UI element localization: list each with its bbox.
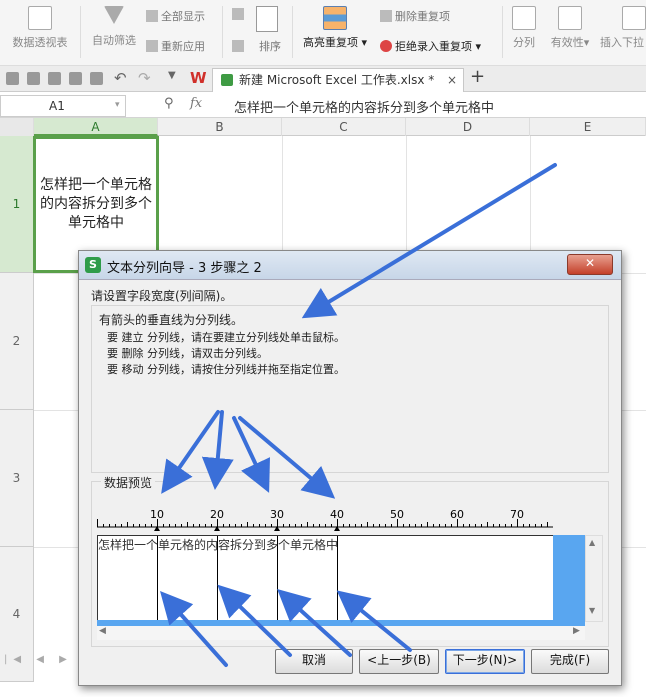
sort-desc-icon: [232, 40, 244, 52]
undo-icon[interactable]: ↶: [114, 69, 127, 87]
chevron-down-icon: ▾: [357, 36, 368, 49]
print-preview-icon[interactable]: [90, 72, 103, 85]
sort-icon: [256, 6, 278, 32]
close-tab-icon[interactable]: ×: [447, 69, 457, 91]
wps-logo-icon[interactable]: W: [190, 69, 207, 87]
help-title: 有箭头的垂直线为分列线。: [99, 313, 244, 327]
ruler-label: 40: [330, 509, 344, 521]
sort-desc-button[interactable]: 排序: [232, 38, 281, 54]
formula-input[interactable]: 怎样把一个单元格的内容拆分到多个单元格中: [234, 97, 494, 116]
filter-icon: [104, 6, 124, 24]
scroll-left-icon[interactable]: ◀: [99, 626, 106, 636]
chevron-down-icon: ▾: [472, 40, 482, 53]
sort-button[interactable]: [256, 6, 278, 36]
data-preview[interactable]: 怎样把一个 单元格的内 容拆分到多 个单元格中: [97, 535, 555, 622]
chevron-down-icon: ▾: [583, 36, 590, 49]
tab-file[interactable]: 新建 Microsoft Excel 工作表.xlsx * ×: [212, 68, 464, 93]
delete-dup-icon: [380, 10, 392, 22]
ruler-label: 60: [450, 509, 464, 521]
column-header-b[interactable]: B: [158, 118, 282, 136]
preview-label: 数据预览: [101, 474, 156, 491]
search-icon[interactable]: ⚲: [164, 96, 174, 111]
dialog-title: 文本分列向导 - 3 步骤之 2: [107, 261, 262, 276]
fx-button[interactable]: fx: [190, 96, 202, 111]
wps-spreadsheet-icon: S: [85, 257, 101, 273]
reject-dup-icon: [380, 40, 392, 52]
document-tab-bar: ↶ ↷ ▼ W 新建 Microsoft Excel 工作表.xlsx * × …: [0, 66, 646, 93]
scroll-down-icon[interactable]: ▼: [589, 606, 595, 615]
dialog-titlebar[interactable]: S 文本分列向导 - 3 步骤之 2 ✕: [79, 251, 621, 280]
scroll-up-icon[interactable]: ▲: [589, 538, 595, 547]
preview-column[interactable]: 个单元格中: [278, 536, 338, 620]
preview-column[interactable]: 怎样把一个: [98, 536, 158, 620]
help-line-3: 要 移动 分列线，请按住分列线并拖至指定位置。: [107, 363, 345, 376]
column-header-row: A B C D E: [0, 118, 646, 136]
insert-dropdown-icon: [622, 6, 646, 30]
ruler-label: 70: [510, 509, 524, 521]
dialog-close-button[interactable]: ✕: [567, 254, 613, 275]
ruler-label: 50: [390, 509, 404, 521]
autofilter-button[interactable]: 自动筛选: [88, 6, 140, 48]
ruler-label: 10: [150, 509, 164, 521]
scroll-right-icon[interactable]: ▶: [573, 626, 580, 636]
prev-step-button[interactable]: <上一步(B): [359, 649, 439, 674]
preview-column[interactable]: 容拆分到多: [218, 536, 278, 620]
sort-asc-icon: [232, 8, 244, 20]
open-folder-icon[interactable]: [6, 72, 19, 85]
row-header-3[interactable]: 3: [0, 410, 34, 547]
column-header-a[interactable]: A: [34, 118, 158, 136]
highlight-grid-icon: [323, 6, 347, 30]
column-ruler[interactable]: 10 20 30 40 50 60 70: [97, 509, 553, 531]
highlight-duplicates-button[interactable]: 高亮重复项 ▾: [298, 6, 372, 50]
finish-button[interactable]: 完成(F): [531, 649, 609, 674]
validity-button[interactable]: 有效性▾: [546, 6, 594, 50]
preview-vertical-scrollbar[interactable]: ▲ ▼: [585, 535, 603, 622]
split-column-button[interactable]: 分列: [508, 6, 540, 50]
insert-dropdown-button[interactable]: 插入下拉: [600, 6, 646, 50]
cancel-button[interactable]: 取消: [275, 649, 353, 674]
chevron-down-icon: ▾: [115, 100, 120, 110]
instruction-text: 请设置字段宽度(列间隔)。: [91, 289, 233, 303]
pivot-table-icon: [28, 6, 52, 30]
next-step-button[interactable]: 下一步(N)>: [445, 649, 525, 674]
redo-icon[interactable]: ↷: [138, 69, 151, 87]
column-header-d[interactable]: D: [406, 118, 530, 136]
ruler-label: 20: [210, 509, 224, 521]
text-to-columns-dialog: S 文本分列向导 - 3 步骤之 2 ✕ 请设置字段宽度(列间隔)。 有箭头的垂…: [78, 250, 622, 686]
sort-asc-button[interactable]: [232, 8, 247, 21]
spreadsheet-icon: [221, 74, 233, 86]
print-icon[interactable]: [69, 72, 82, 85]
column-header-c[interactable]: C: [282, 118, 406, 136]
row-header-2[interactable]: 2: [0, 273, 34, 410]
ribbon-toolbar: 数据透视表 自动筛选 全部显示 重新应用 排序 高亮重复项 ▾ 删除重复项 拒绝…: [0, 0, 646, 66]
column-header-e[interactable]: E: [530, 118, 646, 136]
quick-access-dropdown-icon[interactable]: ▼: [168, 70, 176, 81]
reject-duplicates-button[interactable]: 拒绝录入重复项 ▾: [380, 38, 481, 54]
select-all-corner[interactable]: [0, 118, 34, 136]
split-column-icon: [512, 6, 536, 30]
funnel-refresh-icon: [146, 40, 158, 52]
preview-highlight: [553, 535, 585, 620]
pivot-table-button[interactable]: 数据透视表: [8, 6, 72, 50]
save-icon[interactable]: [27, 72, 40, 85]
validity-icon: [558, 6, 582, 30]
new-tab-button[interactable]: +: [470, 66, 485, 87]
export-pdf-icon[interactable]: [48, 72, 61, 85]
help-line-2: 要 删除 分列线，请双击分列线。: [107, 347, 268, 360]
ruler-label: 30: [270, 509, 284, 521]
help-line-1: 要 建立 分列线，请在要建立分列线处单击鼠标。: [107, 331, 345, 344]
funnel-icon: [146, 10, 158, 22]
formula-bar: A1 ▾ ⚲ fx 怎样把一个单元格的内容拆分到多个单元格中: [0, 92, 646, 118]
name-box[interactable]: A1 ▾: [0, 95, 126, 117]
preview-horizontal-scrollbar[interactable]: ◀ ▶: [97, 626, 585, 640]
preview-column[interactable]: 单元格的内: [158, 536, 218, 620]
row-header-1[interactable]: 1: [0, 136, 34, 273]
reapply-button[interactable]: 重新应用: [146, 38, 205, 54]
show-all-button[interactable]: 全部显示: [146, 8, 205, 24]
delete-duplicates-button[interactable]: 删除重复项: [380, 8, 450, 24]
